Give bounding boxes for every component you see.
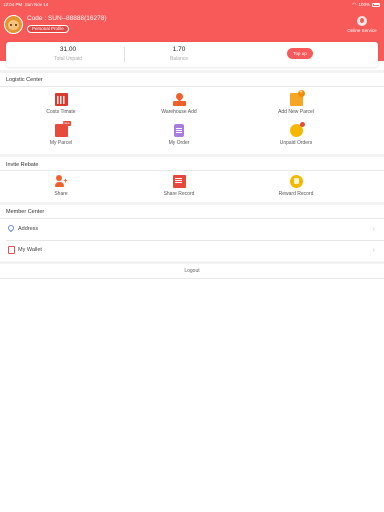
section-divider xyxy=(0,154,384,157)
avatar[interactable] xyxy=(4,15,23,34)
share-label: Share xyxy=(54,191,68,197)
status-right: ◠ 100% xyxy=(352,2,380,8)
headset-icon xyxy=(357,16,367,26)
online-service-label: Online Service xyxy=(347,28,377,33)
user-body xyxy=(54,182,64,187)
location-pin xyxy=(174,91,184,102)
logout-button[interactable]: Logout xyxy=(0,268,384,274)
calculator-icon xyxy=(54,93,68,106)
share-record-label: Share Record xyxy=(163,191,195,197)
user-head xyxy=(55,175,62,181)
personal-profile-button[interactable]: Personal Profile xyxy=(27,25,69,33)
stat-divider xyxy=(124,47,125,62)
costs-timate-label: Costs Timate xyxy=(46,109,76,115)
chevron-right-icon: › xyxy=(372,245,375,254)
share-item[interactable]: + Share xyxy=(11,175,111,197)
logistic-center-title: Logistic Center xyxy=(6,77,43,83)
unpaid-orders-label: Unpaid Orders xyxy=(279,140,313,146)
my-order-item[interactable]: My Order xyxy=(129,124,229,146)
add-new-parcel-label: Add New Parcel xyxy=(278,109,314,115)
account-card: 31.00 Total Unpaid 1.70 Balance Top up xyxy=(6,42,378,67)
wallet-icon xyxy=(8,246,15,254)
warehouse-add-label: Warehouse Add xyxy=(161,109,197,115)
parcel-icon: New xyxy=(54,121,71,137)
status-bar: 12:04 PM Sun Nov 14 ◠ 100% xyxy=(0,0,384,9)
section-line xyxy=(0,86,384,87)
record-icon xyxy=(172,175,186,188)
section-divider xyxy=(0,202,384,205)
avatar-eye-right xyxy=(15,24,17,26)
my-wallet-row[interactable]: My Wallet › xyxy=(0,240,384,261)
invite-rebate-title: Invite Rebate xyxy=(6,162,39,168)
my-wallet-label: My Wallet xyxy=(18,247,42,253)
total-unpaid-label: Total Unpaid xyxy=(54,56,82,62)
location-icon xyxy=(172,91,186,106)
address-icon xyxy=(6,223,16,233)
section-line xyxy=(0,278,384,279)
wifi-icon: ◠ xyxy=(352,1,357,8)
add-new-parcel-item[interactable]: Add New Parcel xyxy=(246,90,346,115)
battery-percent: 100% xyxy=(358,2,370,7)
avatar-face xyxy=(8,20,19,30)
plus-icon: + xyxy=(63,178,68,185)
my-parcel-label: My Parcel xyxy=(49,140,73,146)
battery-icon xyxy=(372,2,380,7)
chevron-right-icon: › xyxy=(372,224,375,233)
warehouse-add-item[interactable]: Warehouse Add xyxy=(129,91,229,115)
section-divider xyxy=(0,70,384,73)
unpaid-icon xyxy=(289,122,305,137)
total-unpaid: 31.00 Total Unpaid xyxy=(18,46,118,62)
add-user-icon: + xyxy=(54,175,68,188)
reward-record-item[interactable]: Reward Record xyxy=(246,175,346,197)
order-icon xyxy=(174,124,184,137)
section-line xyxy=(0,170,384,171)
costs-timate-item[interactable]: Costs Timate xyxy=(11,93,111,115)
unpaid-orders-item[interactable]: Unpaid Orders xyxy=(246,122,346,146)
my-order-label: My Order xyxy=(168,140,190,146)
address-label: Address xyxy=(18,226,39,232)
total-unpaid-value: 31.00 xyxy=(59,46,77,53)
location-base xyxy=(172,101,186,106)
section-divider xyxy=(0,261,384,264)
share-record-item[interactable]: Share Record xyxy=(129,175,229,197)
address-row[interactable]: Address › xyxy=(0,219,384,240)
online-service-button[interactable]: Online Service xyxy=(346,16,378,33)
balance: 1.70 Balance xyxy=(129,46,229,62)
my-parcel-item[interactable]: New My Parcel xyxy=(11,121,111,146)
balance-value: 1.70 xyxy=(172,46,186,53)
status-time: 12:04 PM Sun Nov 14 xyxy=(3,1,49,7)
reward-icon xyxy=(289,175,303,188)
new-badge: New xyxy=(63,121,70,125)
member-center-title: Member Center xyxy=(6,209,45,215)
add-parcel-icon xyxy=(289,90,305,106)
reward-record-label: Reward Record xyxy=(278,191,314,197)
member-code: Code : SUN--88888(16278) xyxy=(27,15,107,22)
top-up-button[interactable]: Top up xyxy=(287,48,313,59)
balance-label: Balance xyxy=(169,56,189,62)
avatar-eye-left xyxy=(10,24,12,26)
